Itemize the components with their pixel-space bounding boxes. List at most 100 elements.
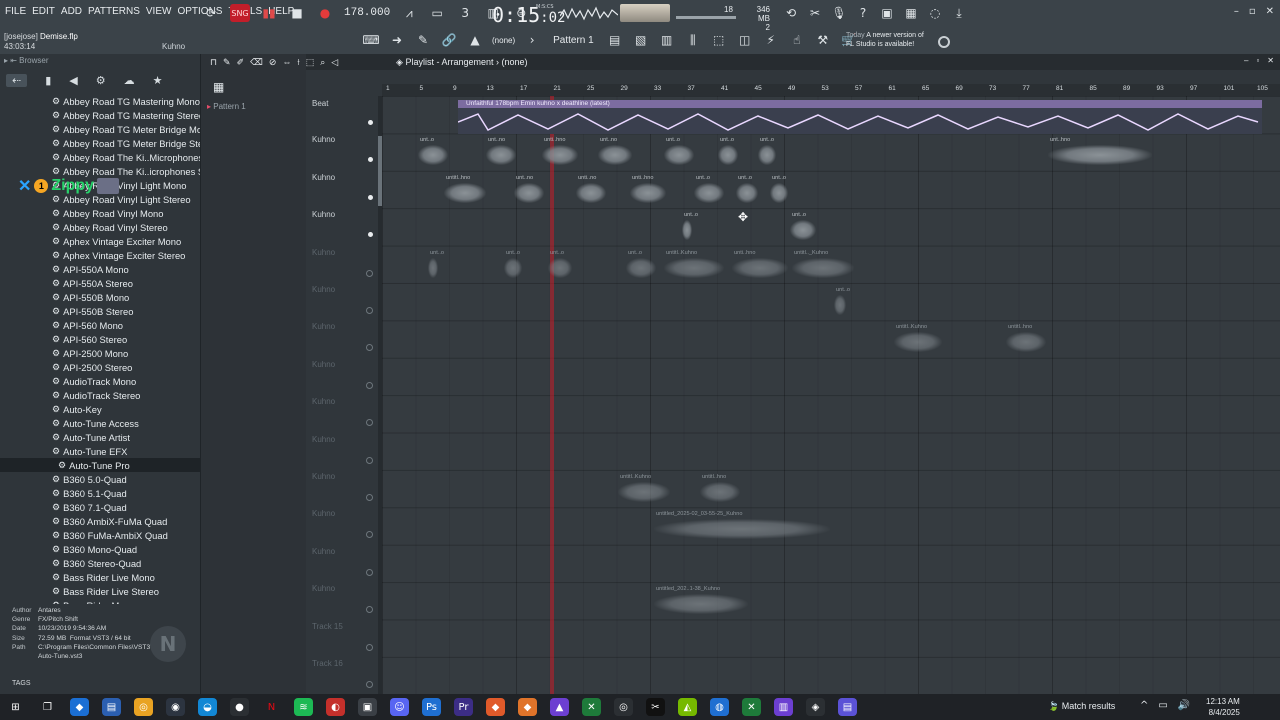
plugin-list-item[interactable]: ⚙ Auto-Key	[0, 402, 200, 416]
xbox-icon[interactable]: ✕	[582, 698, 601, 716]
edge-icon[interactable]: ◒	[198, 698, 217, 716]
audio-clip[interactable]: unt..o	[548, 250, 572, 280]
plugin-list-item[interactable]: ⚙ API-550A Mono	[0, 262, 200, 276]
chevron-up-icon[interactable]: ^	[1140, 700, 1148, 711]
track-enable-icon[interactable]	[366, 681, 373, 688]
playlist-none[interactable]: (none)	[501, 57, 527, 67]
file-icon[interactable]: ▮	[45, 74, 51, 87]
audio-clip[interactable]: unt..no	[514, 175, 544, 205]
timeline-ruler[interactable]: 1 5 9 13 17 21 25 29 33 37 41 45 49 53 57 61 65 69 73 77 81 8…	[382, 84, 1280, 96]
tempo-display[interactable]: 178.000	[344, 7, 390, 19]
chevron-right-icon[interactable]: ›	[523, 31, 541, 49]
audio-clip[interactable]: untitled_2025-02_03-55-25_Kuhno	[654, 511, 830, 541]
plugin-list-item[interactable]: ⚙ Abbey Road Vinyl Mono	[0, 206, 200, 220]
menu-view[interactable]: VIEW	[145, 6, 173, 17]
countdown-icon[interactable]: 3	[456, 4, 474, 22]
update-notice[interactable]: Today A newer version of FL Studio is av…	[846, 31, 924, 49]
audio-clip[interactable]: unt..o	[626, 250, 656, 280]
minimize-icon[interactable]: –	[1234, 6, 1239, 17]
pencil-icon[interactable]: ✎	[223, 57, 231, 68]
plugin-list-item[interactable]: ⚙ Auto-Tune Pro	[0, 458, 200, 472]
audio-clip[interactable]: untitl..Kuhno	[664, 250, 724, 280]
track-header[interactable]: Kuhno	[306, 171, 380, 208]
plugin-list-item[interactable]: ⚙ Abbey Road Vinyl Stereo	[0, 220, 200, 234]
plugin-list-item[interactable]: ⚙ API-550B Mono	[0, 290, 200, 304]
menu-file[interactable]: FILE	[4, 6, 27, 17]
browser-icon[interactable]: ⬚	[710, 31, 728, 49]
audio-clip[interactable]: untitl..Kuhno	[618, 474, 670, 504]
cut-icon[interactable]: ✂	[806, 4, 824, 22]
track-enable-icon[interactable]	[366, 531, 373, 539]
audio-clip[interactable]: unti..hno	[732, 250, 788, 280]
playlist-maximize-icon[interactable]: ▫	[1256, 56, 1259, 65]
plugin-list-item[interactable]: ⚙ API-550A Stereo	[0, 276, 200, 290]
mute-icon[interactable]: ⊘	[269, 57, 277, 68]
star-icon[interactable]: ★	[153, 74, 163, 87]
track-header[interactable]: Kuhno	[306, 545, 380, 582]
track-enable-icon[interactable]	[366, 419, 373, 427]
wait-icon[interactable]: ▭	[428, 4, 446, 22]
link-icon[interactable]: 🔗	[440, 31, 458, 49]
slip-icon[interactable]: ⇔	[282, 57, 291, 68]
stamp-icon[interactable]: ▲	[466, 31, 484, 49]
plugin-list-item[interactable]: ⚙ B360 Stereo-Quad	[0, 556, 200, 570]
audio-clip[interactable]: unt..o	[682, 212, 698, 242]
plugin-list-item[interactable]: ⚙ Bass Rider Live Mono	[0, 570, 200, 584]
magnet-icon[interactable]: ⊓	[210, 57, 217, 68]
track-header[interactable]: Beat	[306, 96, 380, 133]
audio-clip[interactable]: unt..o	[718, 137, 738, 167]
discord-icon[interactable]: ☺	[390, 698, 409, 716]
track-enable-icon[interactable]	[366, 269, 373, 277]
audio-clip[interactable]: unti..no	[576, 175, 606, 205]
menu-add[interactable]: ADD	[60, 6, 83, 17]
tools-icon[interactable]: ⚒	[814, 31, 832, 49]
track-header[interactable]: Kuhno	[306, 433, 380, 470]
app-icon[interactable]: ◍	[710, 698, 729, 716]
mic-icon[interactable]: 🎙	[830, 4, 848, 22]
track-enable-icon[interactable]	[366, 456, 373, 464]
plugin-list-item[interactable]: ⚙ AudioTrack Mono	[0, 374, 200, 388]
track-enable-icon[interactable]	[366, 307, 373, 314]
track-header[interactable]: Kuhno	[306, 208, 380, 245]
delete-icon[interactable]: ⌫	[250, 57, 263, 68]
audio-clip[interactable]: untitl..hno	[700, 474, 740, 504]
cloud-icon[interactable]: ☁	[124, 74, 135, 87]
maximize-icon[interactable]: ▫	[1249, 6, 1256, 17]
menu-patterns[interactable]: PATTERNS	[87, 6, 141, 17]
taskbar-clock[interactable]: 12:13 AM 8/4/2025	[1206, 696, 1240, 718]
weather-widget[interactable]: 🍃 Match results	[1048, 701, 1115, 712]
track-header[interactable]: Kuhno	[306, 358, 380, 395]
plugin-picker-icon[interactable]: ◫	[736, 31, 754, 49]
copilot-icon[interactable]: ◆	[70, 698, 89, 716]
close-icon[interactable]: ✕	[1266, 6, 1274, 17]
plugin-icon[interactable]: ▦	[902, 4, 920, 22]
fl-studio-2-icon[interactable]: ◆	[518, 698, 537, 716]
vst-icon[interactable]: ▥	[774, 698, 793, 716]
zoom-icon[interactable]: ⌕	[320, 57, 325, 68]
windows-start-icon[interactable]: ⊞	[6, 698, 25, 716]
track-header[interactable]: Track 16	[306, 657, 380, 694]
slice-icon[interactable]: ⟊	[297, 57, 299, 68]
misc-icon[interactable]: ◈	[806, 698, 825, 716]
obs-icon[interactable]: ●	[230, 698, 249, 716]
track-enable-icon[interactable]	[366, 494, 373, 501]
select-icon[interactable]: ⬚	[306, 57, 315, 68]
menu-edit[interactable]: EDIT	[31, 6, 56, 17]
playhead-marker[interactable]	[550, 96, 554, 694]
fl-studio-icon[interactable]: ◆	[486, 698, 505, 716]
track-header[interactable]: Kuhno	[306, 320, 380, 357]
audio-clip[interactable]: unti..hno	[542, 137, 578, 167]
track-enable-icon[interactable]	[366, 381, 373, 389]
draw-icon[interactable]: ✎	[414, 31, 432, 49]
audio-clip[interactable]: unt..o	[736, 175, 758, 205]
audio-clip[interactable]: untitl..Kuhno	[894, 324, 942, 354]
plugin-list-item[interactable]: ⚙ API-2500 Stereo	[0, 360, 200, 374]
playback-icon[interactable]: ◁	[331, 57, 338, 68]
audio-clip[interactable]: unt..o	[770, 175, 788, 205]
plugin-list-item[interactable]: ⚙ Aphex Vintage Exciter Stereo	[0, 248, 200, 262]
track-header[interactable]: Track 15	[306, 620, 380, 657]
plugin-list-item[interactable]: ⚙ B360 Mono-Quad	[0, 542, 200, 556]
pattern-song-toggle[interactable]: SNG	[230, 4, 250, 22]
plugin-list-item[interactable]: ⚙ B360 5.1-Quad	[0, 486, 200, 500]
download-icon[interactable]: ⤓	[950, 4, 968, 22]
